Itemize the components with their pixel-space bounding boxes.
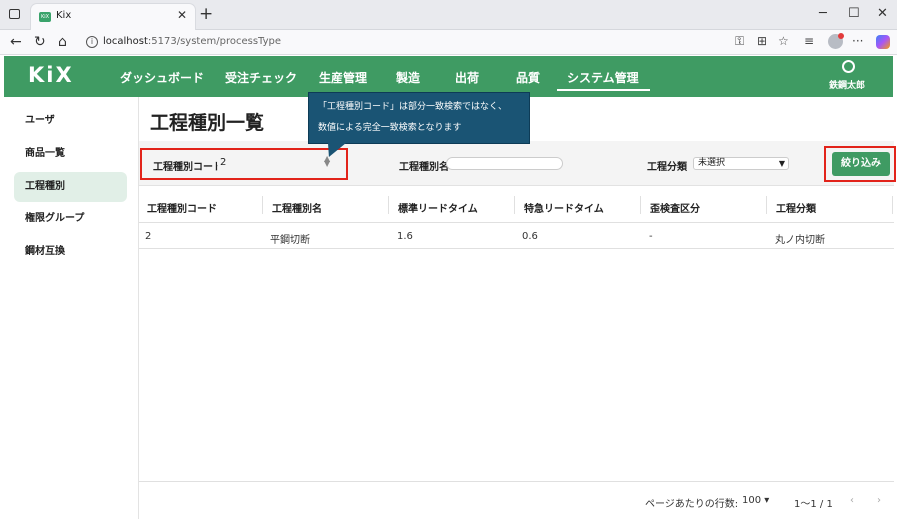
column-header[interactable]: 工程分類 (776, 200, 816, 215)
highlight-filter-button (824, 146, 896, 182)
app-header: KiX ダッシュボード 受注チェック 生産管理 製造 出荷 品質 システム管理 … (4, 56, 893, 97)
nav-shipping[interactable]: 出荷 (455, 69, 479, 86)
category-filter-label: 工程分類 (647, 162, 687, 173)
category-select-value: 未選択 (698, 158, 726, 168)
address-bar-row: ← ↻ ⌂ i localhost:5173/system/processTyp… (0, 30, 897, 55)
table-header: 工程種別コード 工程種別名 標準リードタイム 特急リードタイム 歪検査区分 工程… (139, 187, 894, 223)
column-header[interactable]: 特急リードタイム (524, 200, 604, 215)
table-cell: 平鋼切断 (270, 235, 310, 246)
sidebar-item-process-type[interactable]: 工程種別 (14, 172, 127, 202)
column-separator (766, 196, 767, 214)
home-icon[interactable]: ⌂ (58, 34, 67, 50)
category-select[interactable]: 未選択 ▼ (693, 157, 789, 170)
favorites-list-icon[interactable]: ≡ (804, 34, 814, 48)
favorite-star-icon[interactable]: ☆ (778, 34, 789, 48)
table-cell: 0.6 (522, 231, 538, 242)
browser-tab[interactable]: KiX Kix ✕ (30, 3, 196, 30)
url-field[interactable]: i localhost:5173/system/processType (80, 33, 798, 52)
callout-line: 「工程種別コード」は部分一致検索ではなく、 (318, 102, 508, 112)
nav-order-check[interactable]: 受注チェック (225, 69, 297, 86)
highlight-code-filter (140, 148, 348, 180)
sidebar-item-permission-groups[interactable]: 権限グループ (14, 204, 127, 234)
page-title: 工程種別一覧 (150, 112, 265, 134)
column-header[interactable]: 標準リードタイム (398, 200, 478, 215)
tab-title: Kix (56, 10, 72, 21)
table-cell: - (649, 231, 653, 242)
app-install-icon[interactable]: ⊞ (757, 34, 767, 48)
site-info-icon[interactable]: i (86, 36, 98, 48)
kix-favicon-icon: KiX (39, 12, 51, 22)
callout-note: 「工程種別コード」は部分一致検索ではなく、 数値による完全一致検索となります (308, 92, 530, 144)
kix-logo[interactable]: KiX (28, 63, 74, 87)
nav-production[interactable]: 生産管理 (319, 69, 367, 86)
column-separator (640, 196, 641, 214)
sidebar: ユーザ 商品一覧 工程種別 権限グループ 鋼材互換 (4, 97, 139, 519)
name-filter-input[interactable] (446, 157, 563, 170)
reload-icon[interactable]: ↻ (34, 34, 46, 50)
nav-dashboard[interactable]: ダッシュボード (120, 69, 204, 86)
column-header[interactable]: 歪検査区分 (650, 200, 700, 215)
column-header[interactable]: 工程種別コード (147, 200, 217, 215)
table-cell: 1.6 (397, 231, 413, 242)
column-separator (892, 196, 893, 214)
sidebar-item-steel-compat[interactable]: 鋼材互換 (14, 237, 127, 267)
sidebar-item-users[interactable]: ユーザ (14, 106, 127, 136)
tab-close-icon[interactable]: ✕ (177, 8, 187, 22)
pagination: ページあたりの行数: 100 ▾ 1〜1 / 1 ‹ › (139, 481, 894, 519)
active-nav-indicator (557, 89, 650, 91)
window-menu-icon[interactable] (9, 9, 20, 19)
next-page-icon[interactable]: › (877, 495, 881, 506)
callout-line: 数値による完全一致検索となります (318, 123, 462, 133)
user-account-icon[interactable] (842, 60, 855, 73)
column-separator (262, 196, 263, 214)
maximize-icon[interactable]: ☐ (848, 6, 860, 21)
table-cell: 2 (145, 231, 152, 242)
back-arrow-icon[interactable]: ← (10, 34, 22, 50)
page-range: 1〜1 / 1 (794, 499, 833, 510)
table-cell: 丸ノ内切断 (775, 235, 825, 246)
column-separator (514, 196, 515, 214)
new-tab-icon[interactable]: + (199, 4, 213, 24)
copilot-icon[interactable] (876, 35, 890, 49)
name-filter-label: 工程種別名 (399, 162, 449, 173)
rows-per-page-value: 100 (742, 495, 762, 506)
column-header[interactable]: 工程種別名 (272, 200, 322, 215)
more-menu-icon[interactable]: ··· (852, 34, 863, 48)
table-row[interactable]: 2 平鋼切断 1.6 0.6 - 丸ノ内切断 (139, 223, 894, 249)
rows-per-page-select[interactable]: 100 ▾ (742, 495, 769, 506)
column-separator (388, 196, 389, 214)
sidebar-item-products[interactable]: 商品一覧 (14, 139, 127, 169)
user-name[interactable]: 鉄鋼太郎 (829, 78, 865, 91)
chevron-down-icon: ▾ (764, 495, 770, 506)
nav-quality[interactable]: 品質 (516, 69, 540, 86)
nav-manufacturing[interactable]: 製造 (396, 69, 420, 86)
url-text: localhost:5173/system/processType (103, 36, 281, 47)
chevron-down-icon: ▼ (778, 159, 785, 168)
prev-page-icon[interactable]: ‹ (850, 495, 854, 506)
nav-system-admin[interactable]: システム管理 (567, 69, 639, 86)
window-close-icon[interactable]: ✕ (877, 6, 888, 21)
profile-notification-dot (838, 33, 844, 39)
password-key-icon[interactable]: ⚿ (735, 34, 744, 49)
rows-per-page-label: ページあたりの行数: (645, 499, 739, 510)
minimize-icon[interactable]: ─ (819, 6, 827, 21)
browser-tab-bar: KiX Kix ✕ + ─ ☐ ✕ (0, 0, 897, 30)
